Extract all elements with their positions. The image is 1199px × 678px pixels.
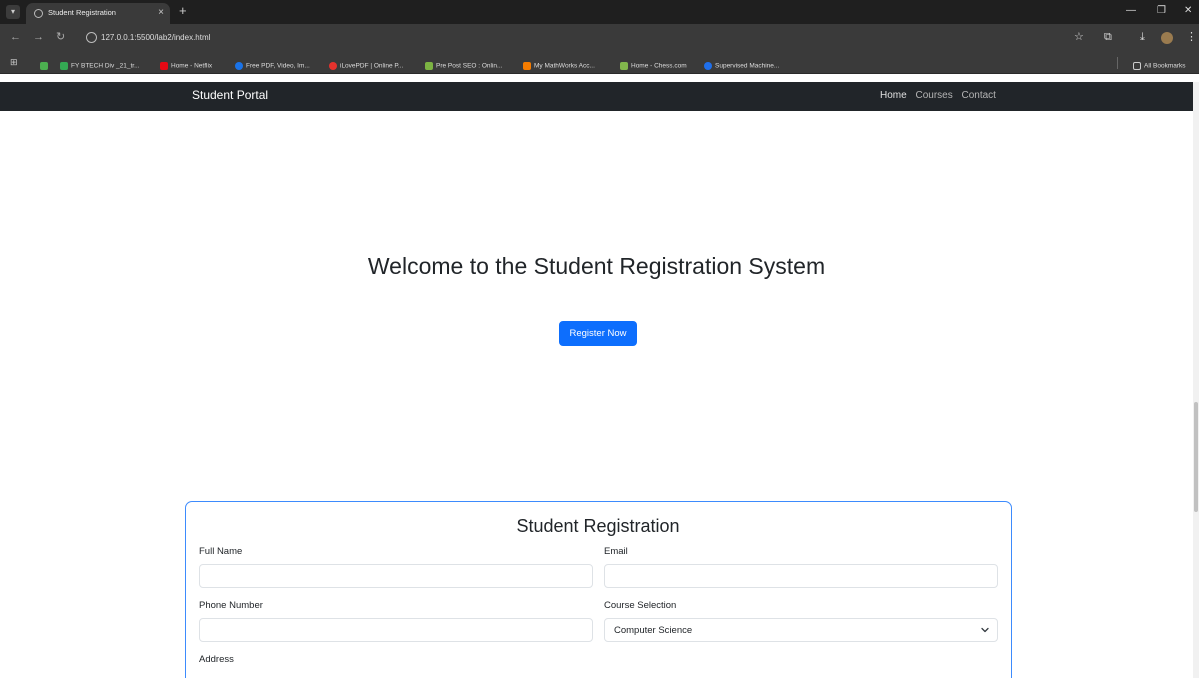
- course-selection-select[interactable]: Computer Science: [604, 618, 998, 642]
- new-tab-icon[interactable]: +: [179, 3, 187, 19]
- site-info-icon[interactable]: [86, 32, 97, 43]
- forward-icon[interactable]: →: [33, 31, 44, 44]
- bookmark-favicon: [60, 61, 68, 70]
- course-selected-value: Computer Science: [614, 625, 693, 636]
- scrollbar-thumb[interactable]: [1194, 402, 1198, 512]
- bookmark-favicon: [329, 61, 337, 70]
- nav-link-courses[interactable]: Courses: [915, 90, 952, 101]
- nav-link-home[interactable]: Home: [880, 90, 907, 101]
- bookmarks-separator: [1117, 57, 1118, 69]
- bookmark-star-icon[interactable]: ☆: [1074, 31, 1084, 44]
- bookmark-favicon: [704, 61, 712, 70]
- email-label: Email: [604, 546, 628, 557]
- bookmark-item[interactable]: Home - Netflix: [160, 57, 212, 70]
- bookmark-item[interactable]: Free PDF, Video, Im...: [235, 57, 310, 70]
- register-now-button[interactable]: Register Now: [559, 321, 637, 346]
- bookmarks-bar: ⊞ FY BTECH Div _21_tr... Home - Netflix …: [0, 52, 1199, 74]
- bookmark-item[interactable]: Supervised Machine...: [704, 57, 779, 70]
- url-field[interactable]: 127.0.0.1:5500/lab2/index.html: [84, 29, 1064, 47]
- address-bar-row: ← → ↻ 127.0.0.1:5500/lab2/index.html ☆ ⧉…: [0, 24, 1199, 52]
- chevron-down-icon: [981, 627, 989, 633]
- all-bookmarks-folder[interactable]: All Bookmarks: [1133, 57, 1186, 70]
- bookmark-item[interactable]: Pre Post SEO : Onlin...: [425, 57, 502, 70]
- browser-tab[interactable]: Student Registration ×: [26, 3, 170, 24]
- menu-kebab-icon[interactable]: ⋮: [1186, 31, 1197, 44]
- bookmark-item[interactable]: My MathWorks Acc...: [523, 57, 595, 70]
- browser-tab-bar: ▾ Student Registration × + — ❐ ✕: [0, 0, 1199, 24]
- bookmark-item[interactable]: [40, 57, 51, 70]
- close-window-icon[interactable]: ✕: [1184, 5, 1192, 17]
- restore-icon[interactable]: ❐: [1157, 5, 1166, 17]
- email-input[interactable]: [604, 564, 998, 588]
- folder-icon: [1133, 61, 1141, 70]
- tab-search-icon[interactable]: ▾: [6, 5, 20, 19]
- bookmark-item[interactable]: FY BTECH Div _21_tr...: [60, 57, 140, 70]
- bookmark-favicon: [523, 61, 531, 70]
- registration-form-card: Student Registration Full Name Email Pho…: [185, 501, 1012, 678]
- profile-avatar-icon[interactable]: [1161, 32, 1173, 44]
- back-icon[interactable]: ←: [10, 31, 21, 44]
- download-icon[interactable]: ⤓: [1140, 31, 1145, 44]
- address-label: Address: [199, 654, 234, 665]
- bookmark-favicon: [40, 61, 48, 70]
- minimize-icon[interactable]: —: [1126, 5, 1136, 17]
- bookmark-item[interactable]: Home - Chess.com: [620, 57, 687, 70]
- navbar-links: Home Courses Contact: [880, 90, 996, 101]
- bookmark-favicon: [235, 61, 243, 70]
- page-scrollbar[interactable]: [1193, 82, 1199, 678]
- site-navbar: Student Portal Home Courses Contact: [0, 82, 1193, 111]
- close-tab-icon[interactable]: ×: [158, 7, 164, 19]
- reload-icon[interactable]: ↻: [56, 31, 65, 44]
- tab-title: Student Registration: [48, 8, 116, 17]
- extensions-icon[interactable]: ⧉: [1104, 31, 1112, 44]
- nav-link-contact[interactable]: Contact: [962, 90, 996, 101]
- bookmark-favicon: [160, 61, 168, 70]
- form-title: Student Registration: [516, 516, 680, 536]
- page-viewport: Student Portal Home Courses Contact Welc…: [0, 74, 1199, 678]
- navbar-brand[interactable]: Student Portal: [192, 88, 268, 102]
- full-name-input[interactable]: [199, 564, 593, 588]
- url-text: 127.0.0.1:5500/lab2/index.html: [101, 33, 211, 42]
- bookmark-favicon: [425, 61, 433, 70]
- course-selection-label: Course Selection: [604, 600, 677, 611]
- bookmark-favicon: [620, 61, 628, 70]
- bookmark-item[interactable]: iLovePDF | Online P...: [329, 57, 403, 70]
- phone-number-input[interactable]: [199, 618, 593, 642]
- globe-icon: [34, 9, 43, 18]
- full-name-label: Full Name: [199, 546, 243, 557]
- apps-grid-icon[interactable]: ⊞: [10, 57, 18, 69]
- phone-number-label: Phone Number: [199, 600, 263, 611]
- hero-title: Welcome to the Student Registration Syst…: [367, 253, 826, 279]
